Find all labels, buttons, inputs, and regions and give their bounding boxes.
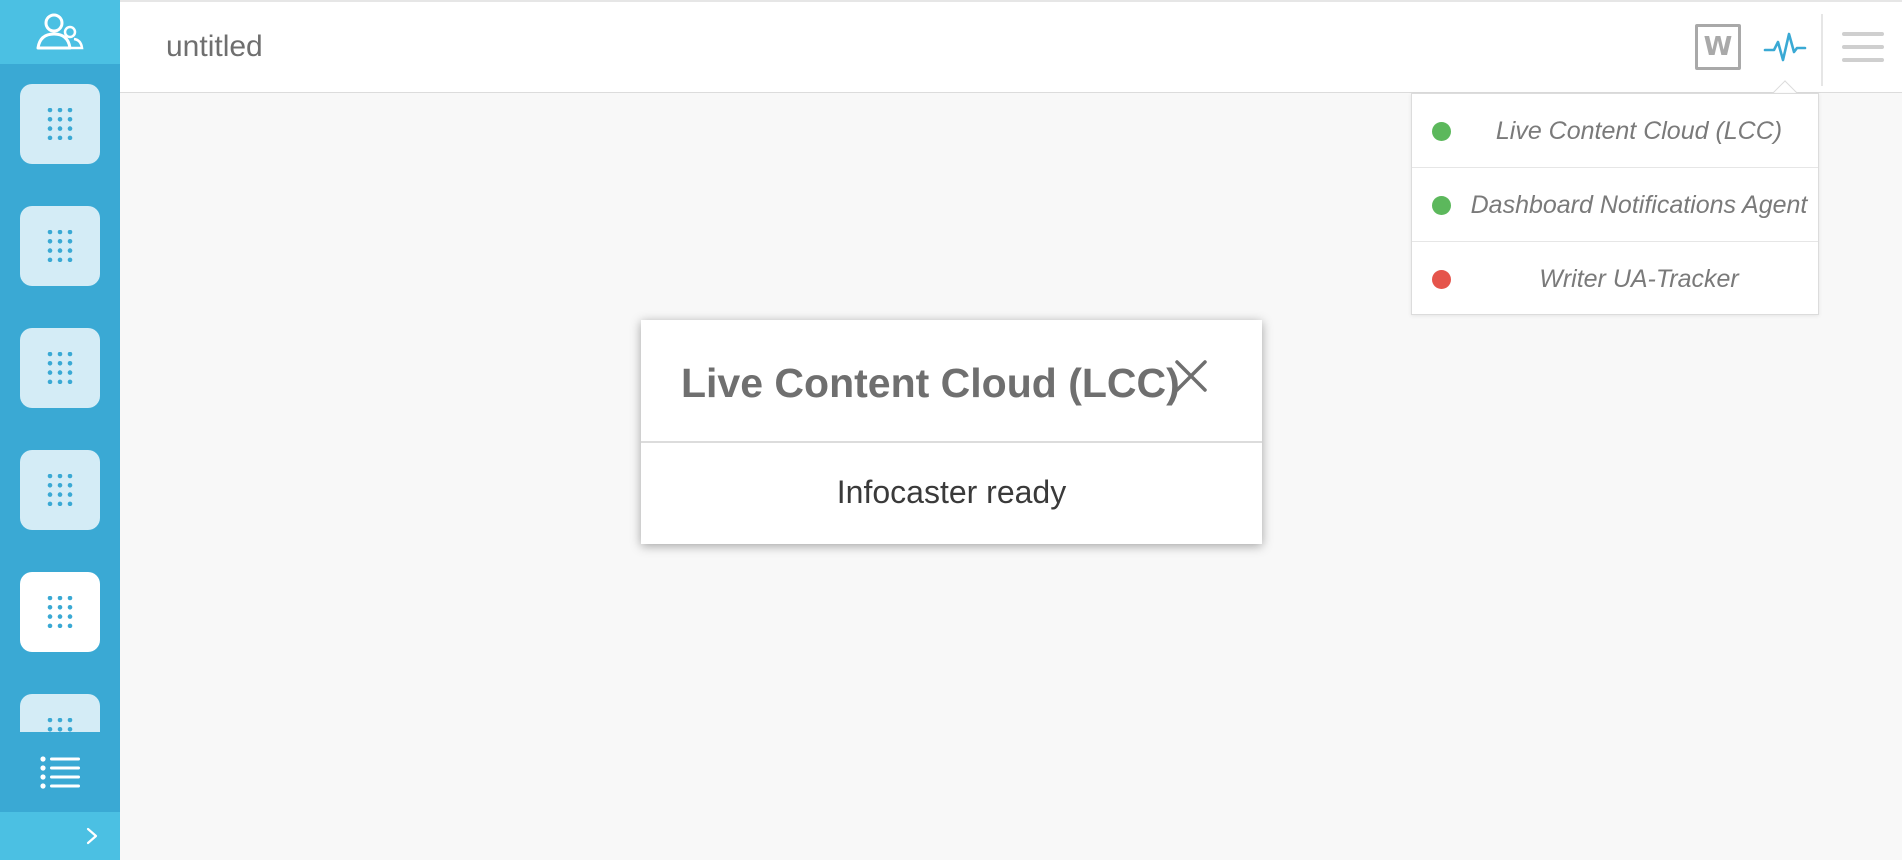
grid-icon <box>47 352 73 384</box>
top-bar: untitled W <box>120 0 1902 93</box>
app-tile-1[interactable] <box>20 84 100 164</box>
sidebar-expand-button[interactable] <box>0 812 120 860</box>
menu-icon[interactable] <box>1842 26 1884 68</box>
modal-message: Infocaster ready <box>836 474 1067 510</box>
grid-icon <box>47 718 73 732</box>
service-status-dropdown: Live Content Cloud (LCC) Dashboard Notif… <box>1411 93 1819 315</box>
sidebar-header[interactable] <box>0 0 120 64</box>
close-icon[interactable] <box>1171 356 1211 396</box>
modal-title: Live Content Cloud (LCC) <box>681 360 1180 406</box>
header-divider <box>1821 14 1823 86</box>
status-label: Live Content Cloud (LCC) <box>1495 116 1783 145</box>
status-item-dashboard-agent[interactable]: Dashboard Notifications Agent <box>1412 168 1818 242</box>
grid-icon <box>47 474 73 506</box>
status-item-lcc[interactable]: Live Content Cloud (LCC) <box>1412 94 1818 168</box>
app-tile-4[interactable] <box>20 450 100 530</box>
status-label: Writer UA-Tracker <box>1539 264 1739 293</box>
chevron-right-icon <box>86 827 98 845</box>
status-label: Dashboard Notifications Agent <box>1470 190 1808 219</box>
app-tile-3[interactable] <box>20 328 100 408</box>
word-icon-letter: W <box>1703 32 1733 62</box>
grid-icon <box>47 108 73 140</box>
app-tile-6[interactable] <box>20 694 100 732</box>
word-icon[interactable]: W <box>1695 24 1741 70</box>
app-list <box>0 64 120 732</box>
modal-header: Live Content Cloud (LCC) <box>641 320 1262 443</box>
status-item-writer-ua-tracker[interactable]: Writer UA-Tracker <box>1412 242 1818 316</box>
app-tile-5-active[interactable] <box>20 572 100 652</box>
status-dot-ok <box>1432 196 1451 215</box>
sidebar <box>0 0 120 860</box>
app-tile-2[interactable] <box>20 206 100 286</box>
users-icon[interactable] <box>34 12 86 52</box>
sidebar-list-button[interactable] <box>0 732 120 812</box>
grid-icon <box>47 596 73 628</box>
status-dot-ok <box>1432 122 1451 141</box>
status-dot-error <box>1432 270 1451 289</box>
pulse-icon[interactable] <box>1763 26 1807 70</box>
grid-icon <box>47 230 73 262</box>
list-icon <box>40 756 80 789</box>
status-modal: Live Content Cloud (LCC) Infocaster read… <box>641 320 1262 544</box>
document-title[interactable]: untitled <box>166 30 263 64</box>
